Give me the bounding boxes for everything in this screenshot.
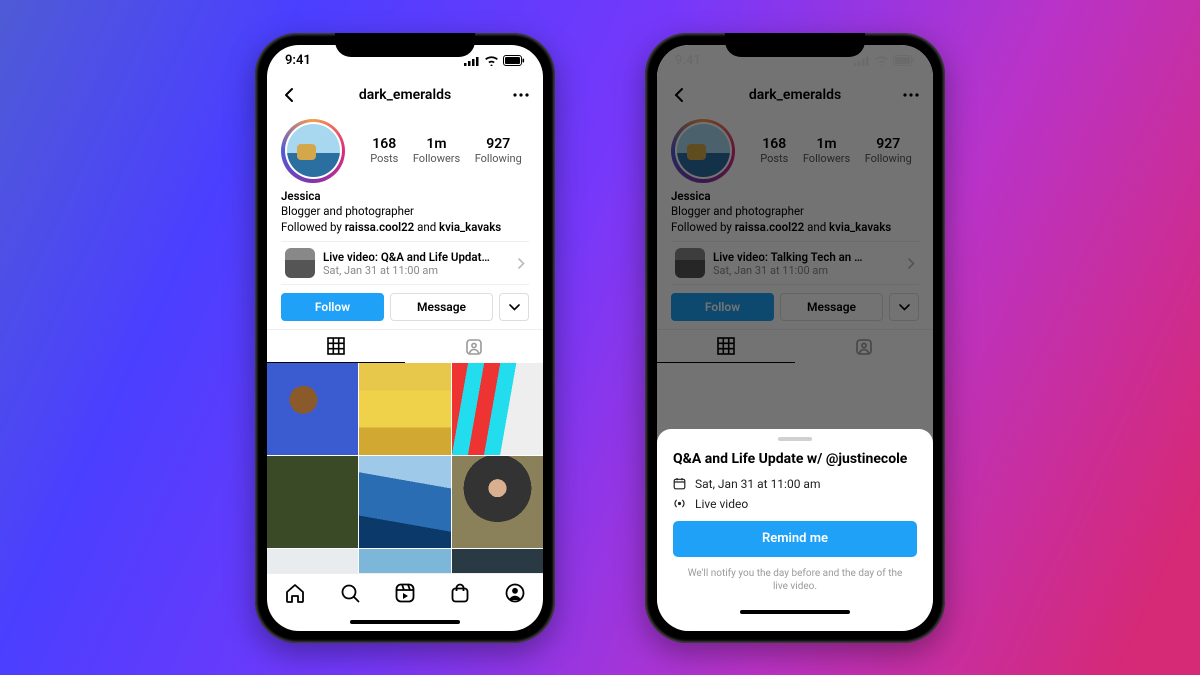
sheet-date: Sat, Jan 31 at 11:00 am: [695, 477, 820, 491]
profile-header: dark_emeralds: [267, 77, 543, 113]
profile-info-row: 168 Posts 1m Followers 927 Following: [267, 113, 543, 187]
chevron-down-icon: [509, 304, 520, 311]
screen: 9:41 dark_emeralds 168 Posts 1: [267, 45, 543, 631]
device-notch: [335, 33, 475, 57]
follow-button[interactable]: Follow: [281, 293, 384, 321]
profile-bio: Jessica Blogger and photographer Followe…: [267, 187, 543, 242]
stat-followers[interactable]: 1m Followers: [413, 136, 460, 165]
profile-nav-icon[interactable]: [504, 582, 526, 604]
phone-mockup-left: 9:41 dark_emeralds 168 Posts 1: [255, 33, 555, 643]
bio-description: Blogger and photographer: [281, 204, 529, 220]
message-button[interactable]: Message: [390, 293, 493, 321]
grid-post[interactable]: [452, 363, 543, 455]
bio-name: Jessica: [281, 189, 529, 205]
grid-post[interactable]: [267, 456, 358, 548]
header-username[interactable]: dark_emeralds: [359, 87, 451, 103]
home-indicator: [673, 603, 917, 621]
grid-post[interactable]: [452, 456, 543, 548]
device-notch: [725, 33, 865, 57]
calendar-icon: [673, 477, 687, 490]
bottom-nav: [267, 573, 543, 613]
stat-followers-label: Followers: [413, 152, 460, 165]
broadcast-icon: [673, 497, 687, 510]
grid-post[interactable]: [267, 549, 358, 572]
stat-posts[interactable]: 168 Posts: [370, 136, 398, 165]
sheet-type-row: Live video: [673, 497, 917, 511]
stat-following[interactable]: 927 Following: [475, 136, 522, 165]
tagged-icon: [465, 338, 483, 356]
sheet-date-row: Sat, Jan 31 at 11:00 am: [673, 477, 917, 491]
more-options-icon[interactable]: [511, 85, 531, 105]
profile-actions: Follow Message: [267, 293, 543, 329]
grid-post[interactable]: [359, 549, 450, 572]
stat-posts-count: 168: [370, 136, 398, 152]
home-icon[interactable]: [284, 582, 306, 604]
remind-me-button[interactable]: Remind me: [673, 521, 917, 557]
profile-stats: 168 Posts 1m Followers 927 Following: [363, 136, 529, 165]
phone-mockup-right: 9:41 dark_emeralds 168Posts 1mFollowers …: [645, 33, 945, 643]
profile-tabs: [267, 329, 543, 363]
sheet-handle[interactable]: [778, 437, 812, 441]
grid-post[interactable]: [359, 456, 450, 548]
sheet-title: Q&A and Life Update w/ @justinecole: [673, 451, 917, 467]
grid-post[interactable]: [359, 363, 450, 455]
live-thumbnail: [285, 248, 315, 278]
bio-mutuals: Followed by raissa.cool22 and kvia_kavak…: [281, 220, 529, 236]
home-indicator: [267, 613, 543, 631]
grid-icon: [327, 337, 345, 355]
scheduled-live-row[interactable]: Live video: Q&A and Life Updat… Sat, Jan…: [281, 241, 529, 285]
sheet-type: Live video: [695, 497, 748, 511]
status-time: 9:41: [285, 53, 311, 68]
tab-grid[interactable]: [267, 330, 405, 363]
stat-posts-label: Posts: [370, 152, 398, 165]
search-icon[interactable]: [339, 582, 361, 604]
grid-post[interactable]: [452, 549, 543, 572]
stat-following-label: Following: [475, 152, 522, 165]
wifi-icon: [484, 55, 499, 66]
battery-icon: [503, 55, 525, 66]
live-title: Live video: Q&A and Life Updat…: [323, 250, 510, 264]
avatar: [287, 124, 340, 177]
live-details-sheet: Q&A and Life Update w/ @justinecole Sat,…: [657, 429, 933, 631]
status-icons: [464, 55, 525, 66]
cellular-icon: [464, 56, 480, 66]
sheet-footer-note: We'll notify you the day before and the …: [673, 567, 917, 597]
live-date: Sat, Jan 31 at 11:00 am: [323, 264, 510, 277]
shop-icon[interactable]: [449, 582, 471, 604]
story-ring[interactable]: [281, 119, 345, 183]
stat-followers-count: 1m: [413, 136, 460, 152]
screen: 9:41 dark_emeralds 168Posts 1mFollowers …: [657, 45, 933, 631]
chevron-right-icon: [518, 258, 525, 269]
tab-tagged[interactable]: [405, 330, 543, 363]
stat-following-count: 927: [475, 136, 522, 152]
post-grid: [267, 363, 543, 572]
reels-icon[interactable]: [394, 582, 416, 604]
back-icon[interactable]: [279, 85, 299, 105]
suggestions-button[interactable]: [499, 293, 529, 321]
grid-post[interactable]: [267, 363, 358, 455]
